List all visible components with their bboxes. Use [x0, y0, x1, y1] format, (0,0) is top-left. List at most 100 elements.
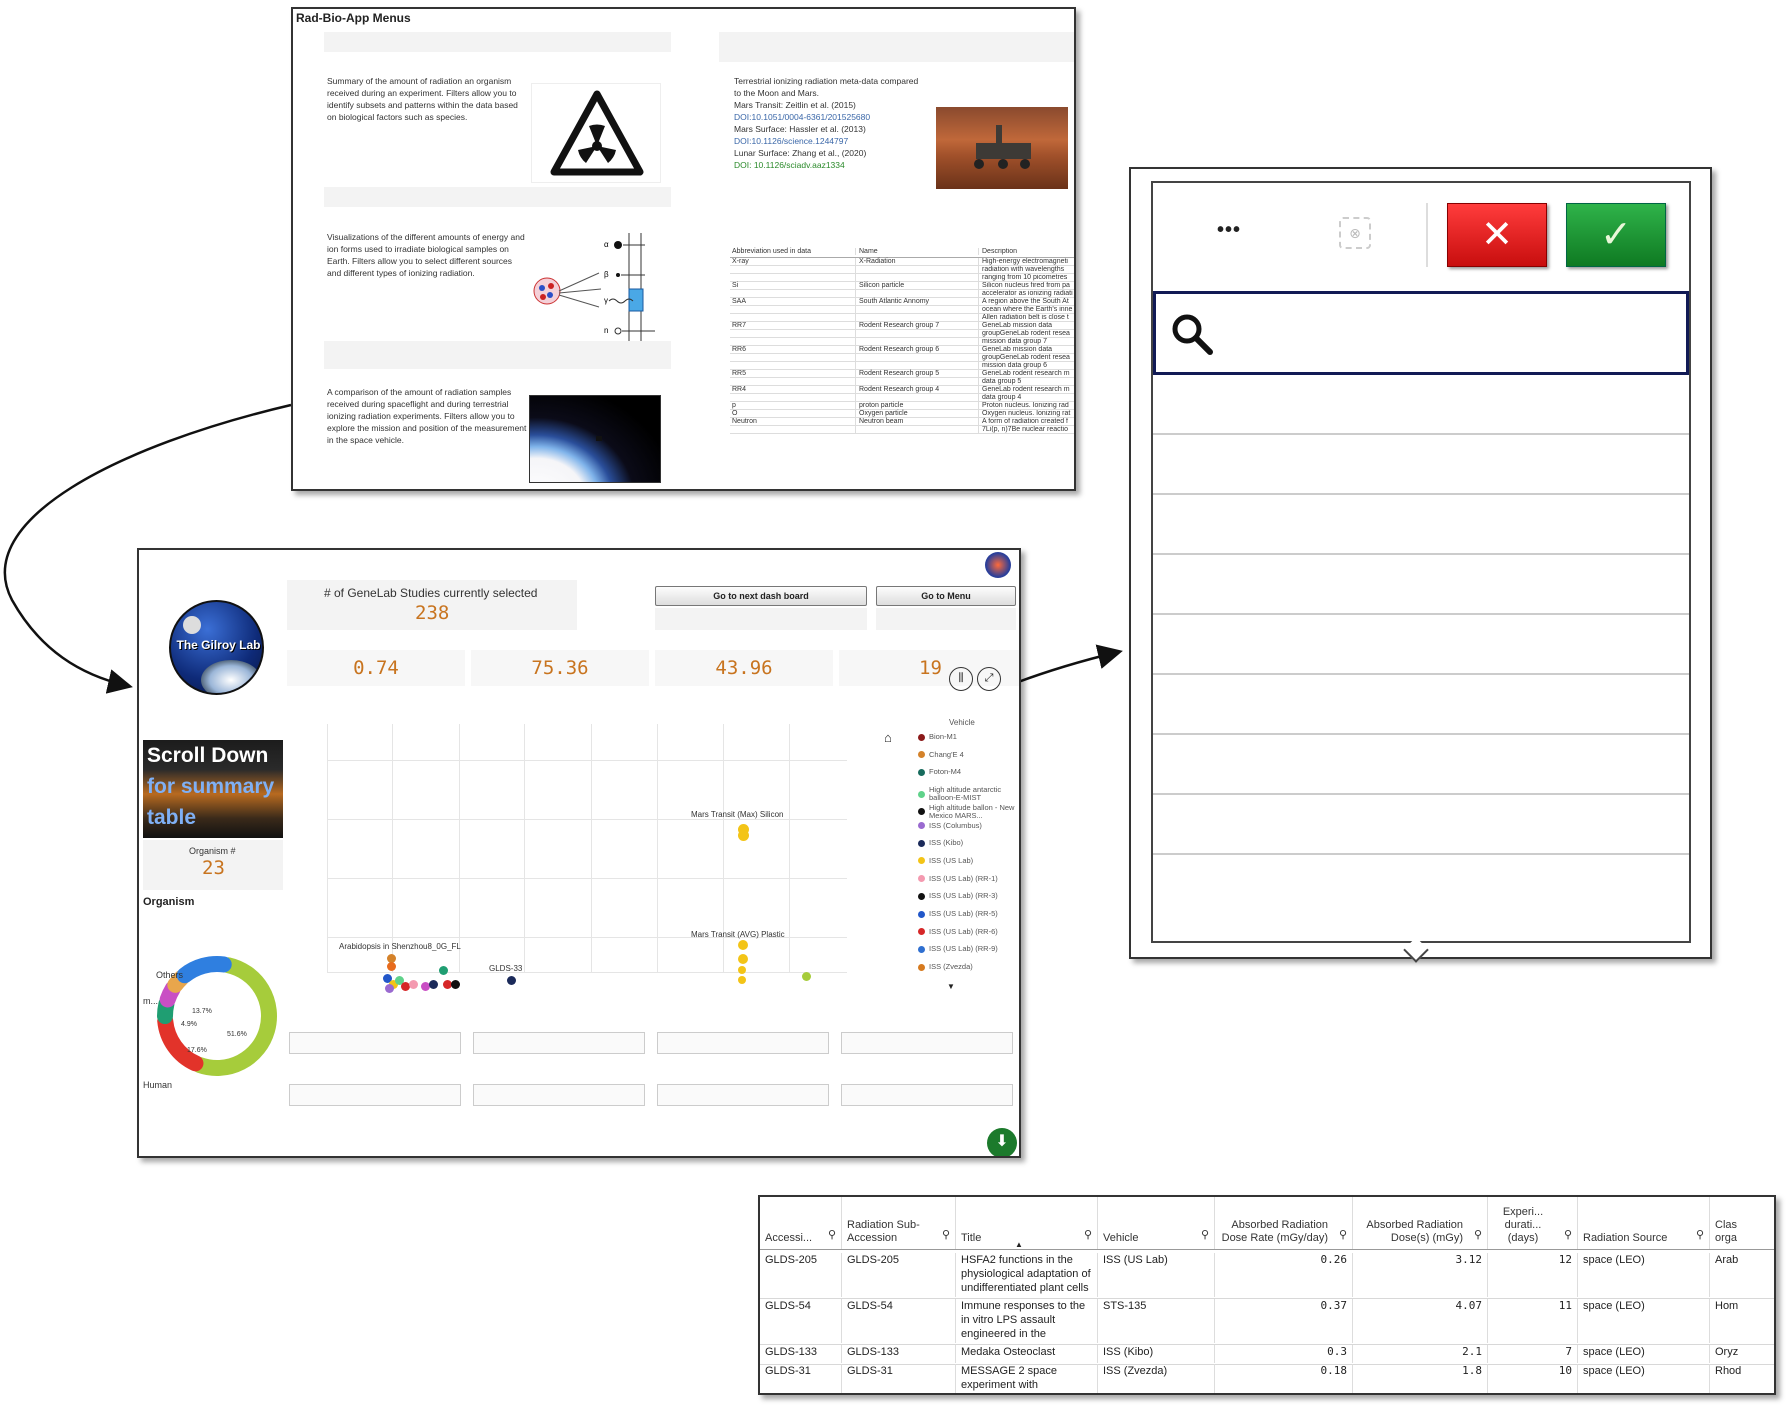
table-cell[interactable]: GLDS-205 — [842, 1253, 956, 1297]
abbr-table-row[interactable]: accelerator as ionizing radiati — [730, 290, 1074, 298]
abbr-table-row[interactable]: RR6 Rodent Research group 6 GeneLab missio… — [730, 346, 1074, 354]
organism-donut-chart[interactable] — [147, 946, 287, 1086]
abbr-table-row[interactable]: ocean where the Earth's inne — [730, 306, 1074, 314]
legend-item[interactable]: ISS (US Lab) (RR-5) — [918, 910, 998, 918]
table-cell[interactable]: space (LEO) — [1578, 1253, 1710, 1297]
legend-scroll-down-icon[interactable]: ▼ — [947, 982, 955, 991]
table-cell[interactable]: GLDS-31 — [842, 1364, 956, 1393]
table-cell[interactable]: space (LEO) — [1578, 1345, 1710, 1363]
table-cell[interactable]: 0.37 — [1215, 1299, 1353, 1343]
abbreviation-table[interactable]: Abbreviation used in data Name Descripti… — [730, 245, 1074, 434]
point-yellow-2[interactable] — [738, 966, 746, 974]
menu-item-summary-desc[interactable]: Summary of the amount of radiation an or… — [327, 75, 527, 123]
abbr-table-row[interactable]: X-ray X-Radiation High-energy electromagne… — [730, 258, 1074, 266]
abbr-table-row[interactable]: p proton particle Proton nucleus. Ionizing… — [730, 402, 1074, 410]
abbr-table-row[interactable]: data group 4 — [730, 394, 1074, 402]
abbr-col-header[interactable]: Abbreviation used in data — [730, 248, 855, 255]
point-cluster-9[interactable] — [429, 980, 438, 989]
table-cell[interactable]: STS-135 — [1098, 1299, 1215, 1343]
column-search-icon[interactable]: ⚲ — [1474, 1228, 1482, 1241]
earth-horizon-image[interactable] — [529, 395, 661, 483]
legend-item[interactable]: ISS (US Lab) (RR-3) — [918, 892, 998, 900]
table-cell[interactable]: 2.1 — [1353, 1345, 1488, 1363]
meta-reference-line[interactable]: DOI: 10.1126/sciadv.aaz1334 — [734, 159, 934, 171]
table-cell[interactable]: Hom — [1710, 1299, 1774, 1343]
scroll-down-icon[interactable]: ⬇ — [987, 1128, 1017, 1156]
fullscreen-icon[interactable]: ⤢ — [977, 667, 1001, 691]
point-cluster-1[interactable] — [387, 962, 396, 971]
legend-item[interactable]: ISS (US Lab) (RR-9) — [918, 945, 998, 953]
ionizing-particles-diagram[interactable]: α β γ n — [529, 231, 661, 343]
donut-segment[interactable] — [191, 957, 277, 1076]
table-cell[interactable]: space (LEO) — [1578, 1364, 1710, 1393]
table-cell[interactable]: 0.3 — [1215, 1345, 1353, 1363]
column-search-icon[interactable]: ⚲ — [1084, 1228, 1092, 1241]
point-yellow-3[interactable] — [738, 976, 746, 984]
abbr-table-row[interactable]: Neutron Neutron beam A form of radiation c… — [730, 418, 1074, 426]
point-mars-max-2[interactable] — [738, 830, 749, 841]
point-cluster-12[interactable] — [451, 980, 460, 989]
column-search-icon[interactable]: ⚲ — [942, 1228, 950, 1241]
confirm-selection-button[interactable]: ✓ — [1566, 203, 1666, 267]
table-column-header[interactable]: Title ⚲ — [956, 1197, 1098, 1249]
sort-ascending-icon[interactable]: ▲ — [1015, 1240, 1023, 1249]
abbr-table-row[interactable]: O Oxygen particle Oxygen nucleus. Ionizing… — [730, 410, 1074, 418]
scroll-down-banner[interactable]: Scroll Down for summary table — [143, 740, 283, 838]
abbr-table-row[interactable]: 7Li(p, n)7Be nuclear reactio — [730, 426, 1074, 434]
search-box[interactable] — [1153, 291, 1689, 375]
clear-selection-icon[interactable]: ⊗ — [1339, 217, 1371, 249]
table-cell[interactable]: 4.07 — [1353, 1299, 1488, 1343]
abbr-table-row[interactable]: groupGeneLab rodent resea — [730, 330, 1074, 338]
vehicle-legend[interactable]: Bion-M1 Chang'E 4 Foton-M4 High altitude an… — [918, 733, 1019, 983]
table-column-header[interactable]: Radiation Sub-Accession ⚲ — [842, 1197, 956, 1249]
table-cell[interactable]: GLDS-31 — [760, 1364, 842, 1393]
legend-item[interactable]: ISS (Kibo) — [918, 839, 963, 847]
legend-item[interactable]: ISS (Zvezda) — [918, 963, 973, 971]
table-cell[interactable]: GLDS-133 — [842, 1345, 956, 1363]
column-search-icon[interactable]: ⚲ — [828, 1228, 836, 1241]
table-column-header[interactable]: Accessi... ⚲ — [760, 1197, 842, 1249]
selection-list[interactable] — [1153, 375, 1689, 941]
point-glds33[interactable] — [507, 976, 516, 985]
table-cell[interactable]: HSFA2 functions in the physiological ada… — [956, 1253, 1098, 1297]
table-cell[interactable]: 0.26 — [1215, 1253, 1353, 1297]
table-cell[interactable]: 0.18 — [1215, 1364, 1353, 1393]
abbr-table-row[interactable]: mission data group 7 — [730, 338, 1074, 346]
abbr-table-row[interactable]: RR4 Rodent Research group 4 GeneLab rodent… — [730, 386, 1074, 394]
abbr-table-row[interactable]: radiation with wavelengths — [730, 266, 1074, 274]
point-cluster-7[interactable] — [409, 980, 418, 989]
legend-item[interactable]: Bion-M1 — [918, 733, 957, 741]
column-search-icon[interactable]: ⚲ — [1339, 1228, 1347, 1241]
table-cell[interactable]: Medaka Osteoclast — [956, 1345, 1098, 1363]
table-cell[interactable]: 12 — [1488, 1253, 1578, 1297]
table-cell[interactable]: Rhod — [1710, 1364, 1774, 1393]
table-cell[interactable]: GLDS-54 — [760, 1299, 842, 1343]
table-column-header[interactable]: Experi... durati... (days) ⚲ — [1488, 1197, 1578, 1249]
go-to-next-dashboard-button[interactable]: Go to next dash board — [655, 586, 867, 606]
abbr-table-row[interactable]: data group 5 — [730, 378, 1074, 386]
table-cell[interactable]: space (LEO) — [1578, 1299, 1710, 1343]
table-cell[interactable]: GLDS-205 — [760, 1253, 842, 1297]
donut-segment[interactable] — [176, 956, 232, 984]
more-options-button[interactable]: ••• — [1217, 219, 1241, 242]
chart-settings-icon[interactable]: ⫼ — [949, 667, 973, 691]
abbr-table-row[interactable]: Allen radiation belt is close t — [730, 314, 1074, 322]
point-cluster-6[interactable] — [385, 984, 394, 993]
point-cluster-10[interactable] — [439, 966, 448, 975]
table-column-header[interactable]: Vehicle ⚲ — [1098, 1197, 1215, 1249]
radiation-icon[interactable] — [531, 83, 661, 183]
column-search-icon[interactable]: ⚲ — [1564, 1228, 1572, 1241]
point-yellow-1[interactable] — [738, 954, 748, 964]
legend-item[interactable]: High altitude antarctic balloon-E-MIST — [918, 786, 1019, 802]
abbr-table-row[interactable]: Si Silicon particle Silicon nucleus fired … — [730, 282, 1074, 290]
vehicle-scatter-plot[interactable]: Mars Transit (Max) Silicon Mars Transit … — [289, 718, 847, 993]
abbr-table-row[interactable]: mission data group 6 — [730, 362, 1074, 370]
legend-item[interactable]: ISS (US Lab) (RR-6) — [918, 928, 998, 936]
column-search-icon[interactable]: ⚲ — [1201, 1228, 1209, 1241]
meta-reference-line[interactable]: DOI:10.1126/science.1244797 — [734, 135, 934, 147]
menu-item-visualizations-desc[interactable]: Visualizations of the different amounts … — [327, 231, 527, 279]
table-cell[interactable]: Arab — [1710, 1253, 1774, 1297]
legend-item[interactable]: ISS (Columbus) — [918, 822, 982, 830]
meta-reference-line[interactable]: DOI:10.1051/0004-6361/201525680 — [734, 111, 934, 123]
abbr-table-row[interactable]: SAA South Atlantic Annomy A region above t… — [730, 298, 1074, 306]
